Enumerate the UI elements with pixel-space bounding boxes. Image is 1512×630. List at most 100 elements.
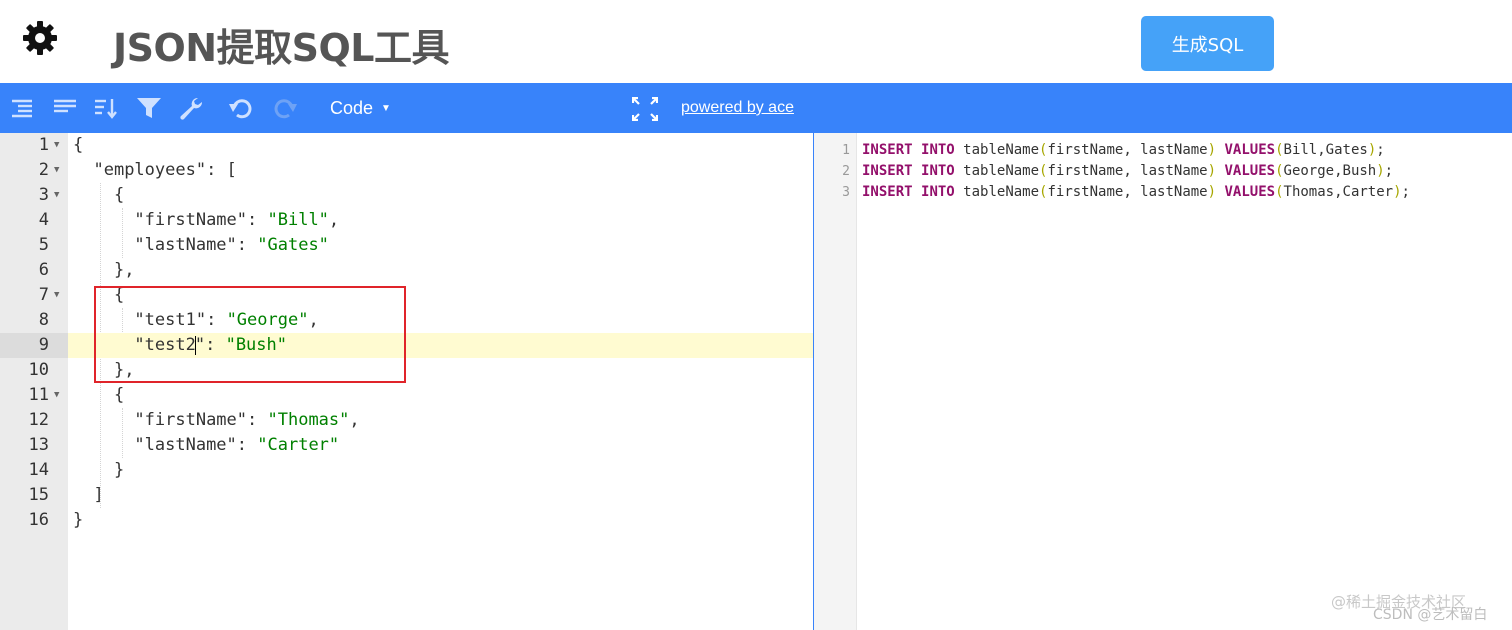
sql-values: George,Bush xyxy=(1283,163,1377,179)
line-number: 1 xyxy=(842,143,850,158)
line-number: 2 xyxy=(842,164,850,179)
json-colon: : xyxy=(236,235,258,255)
sql-keyword: VALUES xyxy=(1224,184,1276,200)
line-number-gutter xyxy=(814,133,857,630)
caret-down-icon: ▼ xyxy=(381,102,391,114)
json-colon: : xyxy=(247,210,268,230)
sql-keyword: INTO xyxy=(921,184,955,200)
json-key: "lastName" xyxy=(134,435,237,455)
json-key: "lastName" xyxy=(134,235,237,255)
sort-icon[interactable] xyxy=(94,96,120,120)
json-token: : [ xyxy=(206,160,237,180)
json-key: "firstName" xyxy=(134,410,248,430)
filter-icon[interactable] xyxy=(136,96,162,120)
page-title: JSON提取SQL工具 xyxy=(113,26,450,70)
gear-icon[interactable] xyxy=(20,18,60,58)
code-line: 16 } xyxy=(0,508,813,533)
line-number: 8 xyxy=(38,310,49,330)
app-header: JSON提取SQL工具 生成SQL xyxy=(0,0,1512,83)
sql-line: 2 INSERT INTO tableName(firstName, lastN… xyxy=(814,161,1512,182)
sql-values: Bill,Gates xyxy=(1283,142,1368,158)
sql-line: 1 INSERT INTO tableName(firstName, lastN… xyxy=(814,140,1512,161)
sql-columns: firstName, lastName xyxy=(1047,142,1208,158)
code-line: 5 "lastName": "Gates" xyxy=(0,233,813,258)
redo-icon[interactable] xyxy=(272,96,298,120)
sql-keyword: INTO xyxy=(921,142,955,158)
code-line: 12 "firstName": "Thomas", xyxy=(0,408,813,433)
line-number: 14 xyxy=(28,460,49,480)
watermark-csdn: CSDN @艺术留白 xyxy=(1373,607,1488,623)
sql-table: tableName xyxy=(963,184,1040,200)
editor-toolbar: Code ▼ powered by ace xyxy=(0,83,1512,133)
highlight-annotation-box xyxy=(94,286,406,383)
json-colon: : xyxy=(236,435,258,455)
format-icon[interactable] xyxy=(10,96,36,120)
code-line: 3 ▼ { xyxy=(0,183,813,208)
line-number: 15 xyxy=(28,485,49,505)
sql-columns: firstName, lastName xyxy=(1047,163,1208,179)
sql-keyword: VALUES xyxy=(1224,142,1276,158)
fold-arrow-icon[interactable]: ▼ xyxy=(54,383,59,408)
code-line: 4 "firstName": "Bill", xyxy=(0,208,813,233)
json-key: "employees" xyxy=(93,160,207,180)
code-line: 6 }, xyxy=(0,258,813,283)
line-number: 5 xyxy=(38,235,49,255)
line-number: 3 xyxy=(38,185,49,205)
sql-values: Thomas,Carter xyxy=(1283,184,1394,200)
line-number: 9 xyxy=(38,335,49,355)
json-token: ] xyxy=(93,485,104,505)
undo-icon[interactable] xyxy=(228,96,254,120)
powered-by-link[interactable]: powered by ace xyxy=(681,99,794,117)
fold-arrow-icon[interactable]: ▼ xyxy=(54,158,59,183)
sql-keyword: INSERT xyxy=(862,142,913,158)
line-number: 1 xyxy=(38,135,49,155)
json-string: "Gates" xyxy=(257,235,329,255)
json-token: } xyxy=(113,460,125,480)
code-line: 15 ] xyxy=(0,483,813,508)
line-number: 11 xyxy=(28,385,49,405)
line-number: 16 xyxy=(28,510,49,530)
line-number: 12 xyxy=(28,410,49,430)
line-number: 4 xyxy=(38,210,49,230)
sql-table: tableName xyxy=(963,163,1040,179)
json-comma: , xyxy=(349,410,360,430)
sql-keyword: INSERT xyxy=(862,163,913,179)
json-key: "firstName" xyxy=(134,210,248,230)
json-token: } xyxy=(73,510,84,530)
line-number: 3 xyxy=(842,185,850,200)
fold-arrow-icon[interactable]: ▼ xyxy=(54,283,59,308)
sql-table: tableName xyxy=(963,142,1040,158)
line-number: 6 xyxy=(38,260,49,280)
json-token: }, xyxy=(113,260,135,280)
line-number: 7 xyxy=(38,285,49,305)
line-number: 13 xyxy=(28,435,49,455)
generate-sql-button[interactable]: 生成SQL xyxy=(1141,16,1274,71)
code-line: 14 } xyxy=(0,458,813,483)
mode-select[interactable]: Code ▼ xyxy=(330,96,391,120)
sql-keyword: INTO xyxy=(921,163,955,179)
json-token: { xyxy=(113,185,125,205)
json-colon: : xyxy=(247,410,268,430)
fullscreen-icon[interactable] xyxy=(632,97,658,121)
code-line: 2 ▼ "employees": [ xyxy=(0,158,813,183)
sql-output-editor[interactable]: 1 INSERT INTO tableName(firstName, lastN… xyxy=(814,133,1512,630)
json-token: { xyxy=(113,385,125,405)
sql-columns: firstName, lastName xyxy=(1047,184,1208,200)
repair-icon[interactable] xyxy=(178,96,204,120)
json-token: { xyxy=(73,135,84,155)
fold-arrow-icon[interactable]: ▼ xyxy=(54,183,59,208)
json-string: "Bill" xyxy=(267,210,329,230)
code-line: 13 "lastName": "Carter" xyxy=(0,433,813,458)
sql-keyword: INSERT xyxy=(862,184,913,200)
line-number: 2 xyxy=(38,160,49,180)
compact-icon[interactable] xyxy=(52,96,78,120)
mode-label: Code xyxy=(330,97,374,118)
fold-arrow-icon[interactable]: ▼ xyxy=(54,133,59,158)
sql-keyword: VALUES xyxy=(1224,163,1276,179)
sql-line: 3 INSERT INTO tableName(firstName, lastN… xyxy=(814,182,1512,203)
code-line: 1 ▼ { xyxy=(0,133,813,158)
json-string: "Thomas" xyxy=(267,410,350,430)
json-string: "Carter" xyxy=(257,435,340,455)
json-comma: , xyxy=(328,210,340,230)
line-number: 10 xyxy=(28,360,49,380)
